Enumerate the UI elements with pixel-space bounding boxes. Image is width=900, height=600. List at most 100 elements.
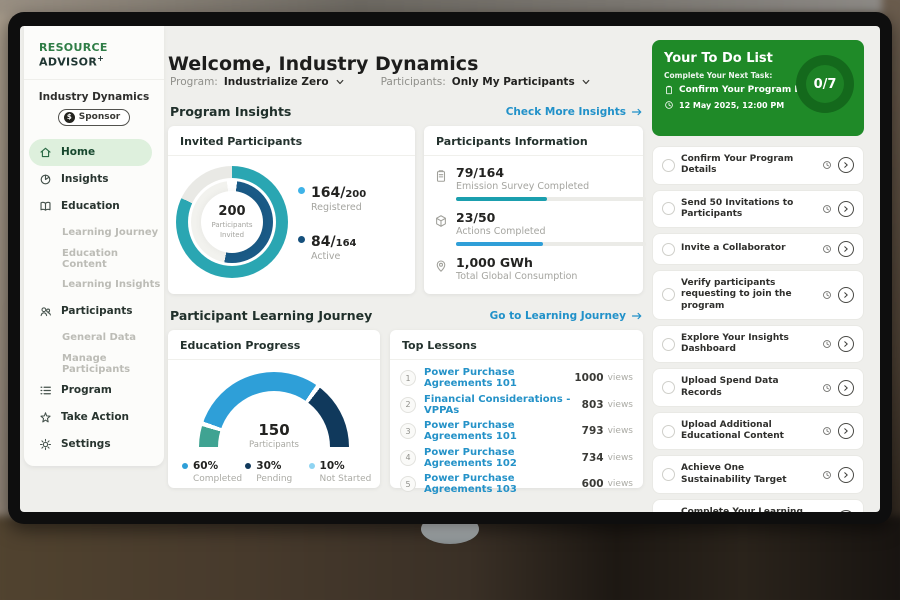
consumption-icon [434,259,448,273]
sidebar-item-learning-insights[interactable]: Learning Insights [24,272,164,298]
legend-pending: 30% Pending [245,460,308,484]
sidebar-item-settings[interactable]: Settings [24,431,164,458]
task-open-button[interactable] [838,287,854,303]
chevron-right-icon [842,471,850,479]
chevron-right-icon [842,245,850,253]
task-open-button[interactable] [838,157,854,173]
participants-dropdown[interactable]: Participants: Only My Participants [381,76,591,88]
program-dropdown[interactable]: Program: Industrialize Zero [170,76,345,88]
lesson-rank: 1 [400,370,416,386]
task-checkbox[interactable] [662,202,675,215]
clock-icon [822,470,832,480]
clipboard-icon [664,85,674,95]
logo-primary: RESOURCE [39,41,108,54]
card-title: Top Lessons [390,330,643,360]
lessons-list: 1 Power Purchase Agreements 101 1000 vie… [390,360,643,498]
sidebar-item-program[interactable]: Program [24,377,164,404]
participants-label: Participants: [381,76,446,88]
logo-secondary: ADVISOR [39,56,97,69]
lesson-link[interactable]: Power Purchase Agreements 101 [424,420,582,442]
clock-icon [822,426,832,436]
sidebar-item-home[interactable]: Home [29,139,152,166]
invited-participants-card: Invited Participants 200 Participants In… [168,126,415,294]
task-item[interactable]: Upload Spend Data Records [652,368,864,407]
lesson-rank: 3 [400,423,416,439]
gauge-center-value: 150 [199,421,349,439]
task-checkbox[interactable] [662,381,675,394]
legend-dot [298,236,305,243]
clock-icon [822,290,832,300]
clock-icon [822,204,832,214]
task-item[interactable]: Verify participants requesting to join t… [652,270,864,320]
top-lessons-card: Top Lessons 1 Power Purchase Agreements … [390,330,643,488]
legend-registered: 164/200 Registered [298,182,366,213]
task-item[interactable]: Explore Your Insights Dashboard [652,325,864,364]
task-open-button[interactable] [838,201,854,217]
task-checkbox[interactable] [662,159,675,172]
task-checkbox[interactable] [662,425,675,438]
education-progress-card: Education Progress 150 Participants 60% … [168,330,380,488]
program-label: Program: [170,76,218,88]
lesson-rank: 4 [400,450,416,466]
task-item[interactable]: Upload Additional Educational Content [652,412,864,451]
arrow-right-icon [631,106,643,118]
task-item[interactable]: Send 50 Invitations to Participants [652,190,864,229]
lesson-link[interactable]: Power Purchase Agreements 102 [424,447,582,469]
sidebar-item-learning-journey[interactable]: Learning Journey [24,220,164,246]
task-checkbox[interactable] [662,338,675,351]
legend-dot [182,463,188,469]
chevron-right-icon [842,427,850,435]
chevron-right-icon [842,340,850,348]
go-to-learning-journey-link[interactable]: Go to Learning Journey [490,310,643,322]
clock-icon [822,160,832,170]
check-more-insights-link[interactable]: Check More Insights [506,106,643,118]
section-title: Participant Learning Journey [170,308,372,323]
participants-value: Only My Participants [452,76,575,88]
filters-row: Program: Industrialize Zero Participants… [170,76,591,88]
legend-dot [298,187,305,194]
task-checkbox[interactable] [662,468,675,481]
program-icon [39,384,52,397]
clock-icon [664,100,674,110]
actions-completed-row: 23/50 Actions Completed [434,210,631,246]
legend-dot [309,463,315,469]
task-open-button[interactable] [838,467,854,483]
legend-completed: 60% Completed [182,460,245,484]
chevron-right-icon [842,205,850,213]
lesson-link[interactable]: Power Purchase Agreements 101 [424,367,574,389]
participants-information-card: Participants Information 79/164 Emission… [424,126,643,294]
task-checkbox[interactable] [662,512,675,513]
task-item[interactable]: Achieve One Sustainability Target [652,455,864,494]
task-open-button[interactable] [838,241,854,257]
todo-due-date: 12 May 2025, 12:00 PM [679,101,784,110]
task-item[interactable]: Confirm Your Program Details [652,146,864,185]
monitor-bezel: RESOURCE ADVISOR+ Industry Dynamics $ Sp… [8,12,892,524]
sidebar-item-manage-participants[interactable]: Manage Participants [24,351,164,377]
insights-icon [39,173,52,186]
task-item[interactable]: Complete Your Learning Journey [652,499,864,512]
donut-center-value: 200 [218,204,245,219]
sidebar-item-education-content[interactable]: Education Content [24,246,164,272]
learning-journey-header: Participant Learning Journey Go to Learn… [170,308,643,323]
invited-donut-chart: 200 Participants Invited [176,166,288,278]
chevron-right-icon [842,384,850,392]
task-item[interactable]: Invite a Collaborator [652,233,864,265]
sidebar-item-education[interactable]: Education [24,193,164,220]
lesson-link[interactable]: Power Purchase Agreements 103 [424,473,582,495]
task-checkbox[interactable] [662,243,675,256]
logo-plus: + [97,54,104,63]
sidebar-item-take-action[interactable]: Take Action [24,404,164,431]
sidebar-item-participants[interactable]: Participants [24,298,164,325]
task-checkbox[interactable] [662,288,675,301]
task-open-button[interactable] [838,423,854,439]
task-open-button[interactable] [838,380,854,396]
actions-progress-bar [456,242,646,246]
sidebar-item-general-data[interactable]: General Data [24,325,164,351]
settings-icon [39,438,52,451]
task-open-button[interactable] [838,336,854,352]
lesson-row: 1 Power Purchase Agreements 101 1000 vie… [400,365,633,392]
lesson-link[interactable]: Financial Considerations - VPPAs [424,394,582,416]
task-open-button[interactable] [838,510,854,512]
todo-counter: 0/7 [814,77,837,92]
sidebar-item-insights[interactable]: Insights [24,166,164,193]
